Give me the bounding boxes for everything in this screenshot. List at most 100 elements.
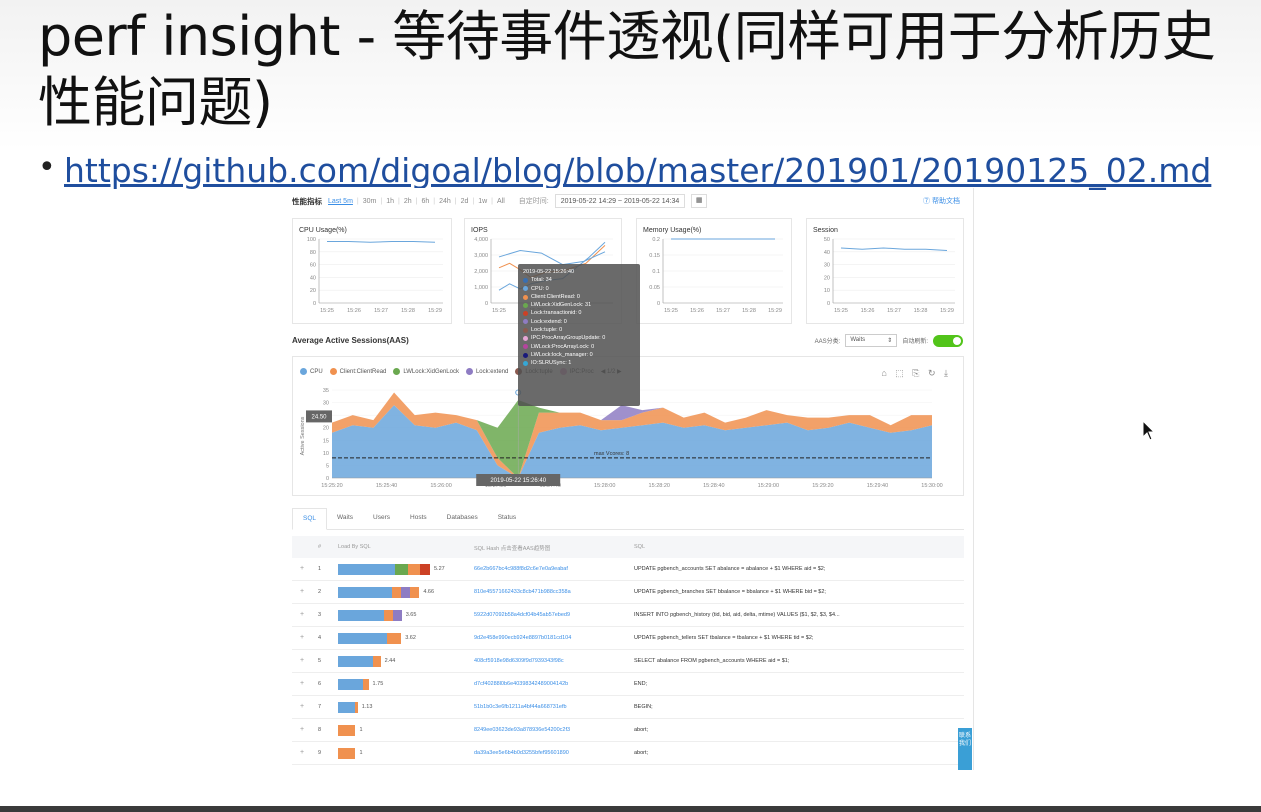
row-index: 2 xyxy=(318,589,322,595)
tooltip-swatch xyxy=(523,311,528,317)
table-row[interactable]: +9 1 da39a3ee5e6b4b0d3255bfef95601890 abort… xyxy=(292,742,964,765)
bullet-marker: • xyxy=(38,150,56,185)
legend-label: Lock:extend xyxy=(475,368,509,375)
expand-row-icon[interactable]: + xyxy=(300,749,304,756)
y-tick-label: 20 xyxy=(323,426,329,432)
y-tick-label: 50 xyxy=(824,237,830,243)
expand-row-icon[interactable]: + xyxy=(300,680,304,687)
table-row[interactable]: +5 2.44 408cf5918e98d6309f9d7939343f98c SEL… xyxy=(292,650,964,673)
range-separator: | xyxy=(397,197,400,205)
load-bar-segment xyxy=(338,656,373,667)
sql-hash-link[interactable]: d7cf40288l0b6e40398342489004142b xyxy=(474,681,568,687)
range-option[interactable]: Last 5m xyxy=(328,198,353,205)
table-row[interactable]: +3 3.65 5922d07092b58a4dcf04b45ab57ebed9 IN… xyxy=(292,604,964,627)
x-tick-label: 15:29:00 xyxy=(758,483,779,489)
metric-card-chart[interactable]: 50 40 30 20 10 0 15:25 15:26 15:27 15:28 15:29 xyxy=(807,219,965,325)
legend-item-lwlock-xidgenlock[interactable]: LWLock:XidGenLock xyxy=(393,368,459,375)
sql-hash-link[interactable]: 66e2b667bc4c988f8d2c6e7e0a9eabaf xyxy=(474,566,568,572)
table-row[interactable]: +4 3.62 9d2e458e990ecb924e8897b0181cd104 UP… xyxy=(292,627,964,650)
tooltip-time: 2019-05-22 15:26:40 xyxy=(523,269,575,275)
tab-databases[interactable]: Databases xyxy=(437,508,488,530)
range-option[interactable]: 2h xyxy=(404,198,412,205)
y-tick-label: 35 xyxy=(323,388,329,394)
tooltip-swatch xyxy=(523,294,528,300)
range-separator: | xyxy=(454,197,457,205)
metric-card-chart[interactable]: 0.2 0.15 0.1 0.05 0 15:25 15:26 15:27 15:28 15:29 xyxy=(637,219,793,325)
sql-hash-link[interactable]: 5922d07092b58a4dcf04b45ab57ebed9 xyxy=(474,612,570,618)
table-row[interactable]: +2 4.66 810e45571662433c8cb471b988cc358a UP… xyxy=(292,581,964,604)
tab-waits[interactable]: Waits xyxy=(327,508,363,530)
slide-title: perf insight - 等待事件透视(同样可用于分析历史性能问题) xyxy=(38,5,1216,134)
load-bar xyxy=(338,725,356,736)
sql-hash-link[interactable]: 408cf5918e98d6309f9d7939343f98c xyxy=(474,658,564,664)
sql-hash-link[interactable]: 8249ee03623de93a878936e54200c2f3 xyxy=(474,727,570,733)
tooltip-text: IPC:ProcArrayGroupUpdate: 0 xyxy=(531,335,606,342)
col-index: # xyxy=(318,544,322,550)
sql-text: SELECT abalance FROM pgbench_accounts WH… xyxy=(634,658,790,664)
load-bar-segment xyxy=(354,702,358,713)
tooltip-swatch xyxy=(523,352,528,358)
expand-row-icon[interactable]: + xyxy=(300,726,304,733)
range-option[interactable]: 6h xyxy=(421,198,429,205)
load-bar-segment xyxy=(407,564,420,575)
expand-row-icon[interactable]: + xyxy=(300,703,304,710)
sql-hash-link[interactable]: da39a3ee5e6b4b0d3255bfef95601890 xyxy=(474,750,569,756)
sql-hash-link[interactable]: 9d2e458e990ecb924e8897b0181cd104 xyxy=(474,635,571,641)
expand-row-icon[interactable]: + xyxy=(300,634,304,641)
time-range-input[interactable]: 2019-05-22 14:29 ~ 2019-05-22 14:34 xyxy=(554,194,686,208)
y-tick-label: 3,000 xyxy=(474,253,488,259)
legend-item-client-clientread[interactable]: Client:ClientRead xyxy=(329,368,386,375)
expand-row-icon[interactable]: + xyxy=(300,588,304,595)
sql-text: UPDATE pgbench_branches SET bbalance = b… xyxy=(634,589,826,595)
range-option[interactable]: 24h xyxy=(439,198,451,205)
sql-hash-link[interactable]: 810e45571662433c8cb471b988cc358a xyxy=(474,589,571,595)
tab-users[interactable]: Users xyxy=(363,508,400,530)
legend-label: CPU xyxy=(310,368,323,375)
tooltip-row: Lock:extend: 0 xyxy=(523,318,635,326)
tab-hosts[interactable]: Hosts xyxy=(400,508,437,530)
load-bar-segment xyxy=(338,748,356,759)
range-option[interactable]: 2d xyxy=(461,198,469,205)
aas-title: Average Active Sessions(AAS) xyxy=(292,336,409,345)
contact-float-button[interactable]: 联系我们 xyxy=(958,728,972,770)
aas-dimension-select[interactable]: Waits ⇕ xyxy=(845,334,898,347)
y-tick-label: 0.2 xyxy=(652,237,660,243)
range-option[interactable]: 1w xyxy=(478,198,487,205)
tooltip-swatch xyxy=(523,286,528,292)
metric-card-chart[interactable]: 100 80 60 40 20 0 15:25 15:26 15:27 15:28 15:29 xyxy=(293,219,453,325)
tooltip-text: Lock:tuple: 0 xyxy=(531,327,563,334)
x-tick-label: 15:29:20 xyxy=(812,483,833,489)
tab-sql[interactable]: SQL xyxy=(292,508,328,530)
table-row[interactable]: +6 1.75 d7cf40288l0b6e40398342489004142b EN… xyxy=(292,673,964,696)
y-tick-label: 60 xyxy=(310,263,316,269)
x-tick-label: 15:28 xyxy=(914,308,928,314)
auto-refresh-toggle[interactable] xyxy=(933,334,963,347)
load-bar-segment xyxy=(387,633,402,644)
x-tick-label: 15:25:20 xyxy=(321,483,342,489)
chart-toolbox[interactable]: ⌂ ⬚ ⎘ ↻ ⤓ xyxy=(881,368,951,379)
range-option[interactable]: 30m xyxy=(363,198,377,205)
table-row[interactable]: +8 1 8249ee03623de93a878936e54200c2f3 abort… xyxy=(292,719,964,742)
sql-hash-link[interactable]: 51b1b0c3e6fb1211a4bf44a668731efb xyxy=(474,704,567,710)
range-option[interactable]: All xyxy=(497,198,505,205)
range-separator: | xyxy=(472,197,475,205)
tooltip-row: Lock:tuple: 0 xyxy=(523,326,635,334)
load-bar xyxy=(338,610,402,621)
tab-status[interactable]: Status xyxy=(488,508,526,530)
load-bar xyxy=(338,748,356,759)
legend-label: LWLock:XidGenLock xyxy=(403,368,459,375)
expand-row-icon[interactable]: + xyxy=(300,611,304,618)
range-separator: | xyxy=(433,197,436,205)
legend-item-cpu[interactable]: CPU xyxy=(300,368,323,375)
expand-row-icon[interactable]: + xyxy=(300,657,304,664)
load-bar xyxy=(338,633,402,644)
table-row[interactable]: +7 1.13 51b1b0c3e6fb1211a4bf44a668731efb BE… xyxy=(292,696,964,719)
legend-item-lock-extend[interactable]: Lock:extend xyxy=(465,368,509,375)
help-link[interactable]: ⑦ 帮助文档 xyxy=(923,196,960,206)
metric-line xyxy=(327,241,436,243)
calendar-icon[interactable]: ▦ xyxy=(691,194,708,208)
range-option[interactable]: 1h xyxy=(386,198,394,205)
load-bar xyxy=(338,679,369,690)
expand-row-icon[interactable]: + xyxy=(300,565,304,572)
table-row[interactable]: +1 5.27 66e2b667bc4c988f8d2c6e7e0a9eabaf UP… xyxy=(292,558,964,581)
